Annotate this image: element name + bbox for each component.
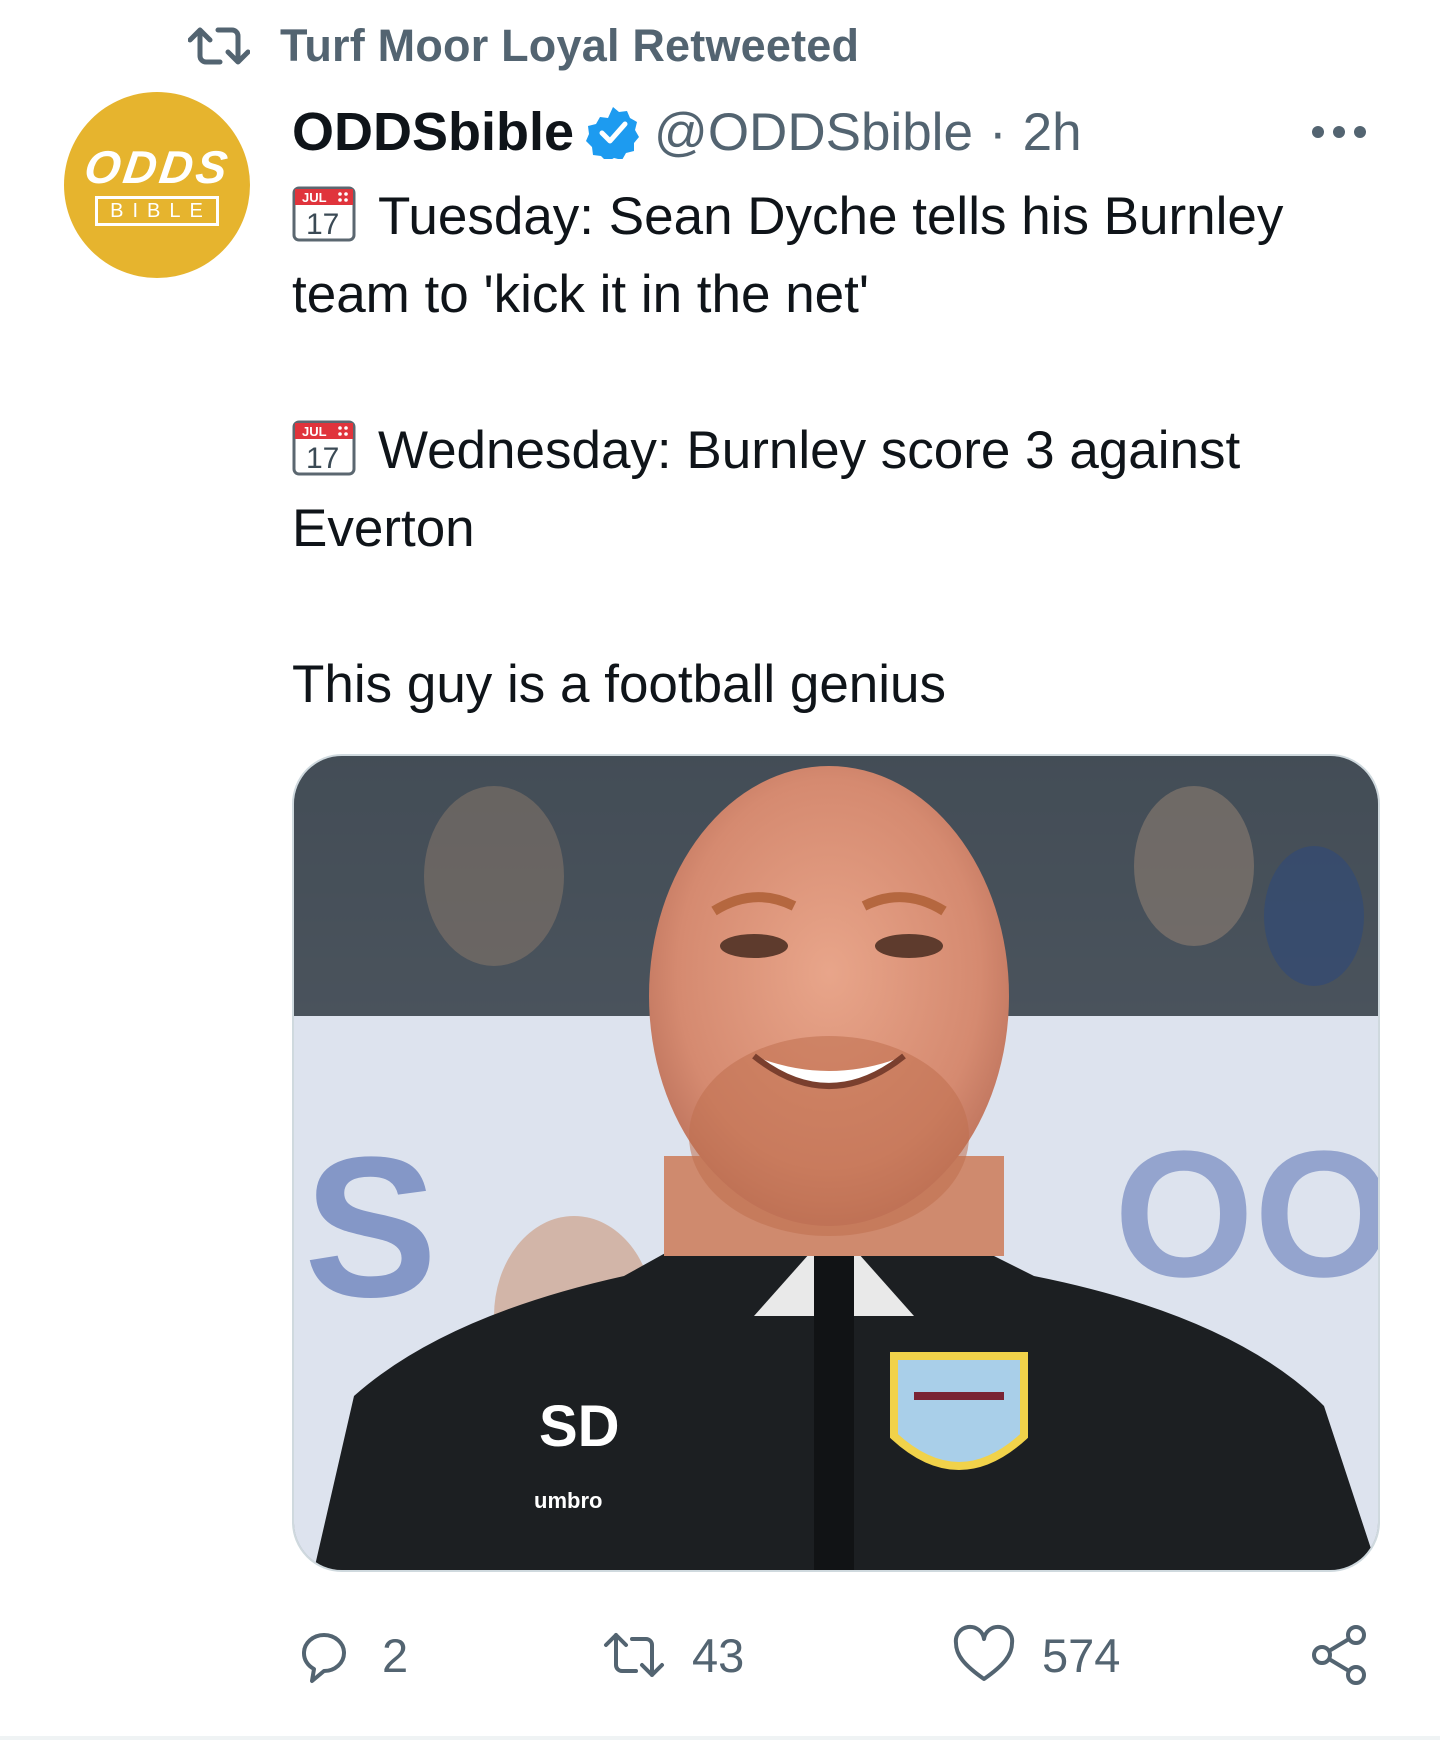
svg-text:JUL: JUL xyxy=(302,190,327,205)
retweet-icon xyxy=(188,27,250,65)
retweet-icon xyxy=(604,1633,664,1677)
like-count: 574 xyxy=(1042,1628,1121,1682)
jacket-brand: umbro xyxy=(534,1488,602,1513)
svg-text:S: S xyxy=(304,1116,437,1339)
share-button[interactable] xyxy=(1308,1612,1372,1698)
svg-text:OO: OO xyxy=(1114,1114,1378,1315)
display-name[interactable]: ODDSbible xyxy=(292,101,574,163)
photo-illustration: S OO SD umbro xyxy=(294,756,1378,1570)
share-icon xyxy=(1312,1625,1366,1685)
tweet-line-2: Wednesday: Burnley score 3 against Evert… xyxy=(292,421,1241,558)
verified-badge-icon xyxy=(586,107,640,159)
reply-button[interactable]: 2 xyxy=(292,1612,408,1698)
avatar-logo-top: ODDS xyxy=(80,141,234,193)
heart-icon xyxy=(953,1624,1015,1681)
retweet-count: 43 xyxy=(692,1628,745,1682)
svg-text:17: 17 xyxy=(306,442,339,475)
user-handle[interactable]: @ODDSbible xyxy=(654,102,973,163)
tweet-paragraph: This guy is a football genius xyxy=(292,646,1352,724)
calendar-emoji-icon: JUL 17 xyxy=(292,420,356,476)
timestamp[interactable]: 2h xyxy=(1023,102,1082,163)
divider xyxy=(0,1736,1440,1740)
tweet-text: JUL 17 Tuesday: Sean Dyche tells his Bur… xyxy=(292,178,1352,724)
tweet-header: ODDSbible @ODDSbible · 2h xyxy=(292,94,1380,170)
tweet-paragraph: JUL 17 Tuesday: Sean Dyche tells his Bur… xyxy=(292,178,1352,334)
reply-count: 2 xyxy=(382,1628,409,1682)
more-options-icon[interactable] xyxy=(1310,124,1368,140)
tweet-line-3: This guy is a football genius xyxy=(292,655,947,714)
avatar[interactable]: ODDS BIBLE xyxy=(64,92,250,278)
avatar-logo-bottom: BIBLE xyxy=(95,196,219,226)
like-button[interactable]: 574 xyxy=(952,1612,1120,1698)
retweeted-by-label[interactable]: Turf Moor Loyal Retweeted xyxy=(280,20,859,72)
separator-dot: · xyxy=(988,102,1007,162)
tweet-actions: 2 43 574 xyxy=(292,1612,1376,1698)
tweet-paragraph: JUL 17 Wednesday: Burnley score 3 agains… xyxy=(292,412,1352,568)
calendar-emoji-icon: JUL 17 xyxy=(292,186,356,242)
svg-text:JUL: JUL xyxy=(302,424,327,439)
svg-text:17: 17 xyxy=(306,208,339,241)
tweet-media-image[interactable]: S OO SD umbro xyxy=(292,754,1380,1572)
tweet-line-1: Tuesday: Sean Dyche tells his Burnley te… xyxy=(292,187,1284,324)
reply-icon xyxy=(302,1633,346,1683)
retweet-banner[interactable]: Turf Moor Loyal Retweeted xyxy=(188,18,859,74)
jacket-initials: SD xyxy=(539,1394,620,1459)
retweet-button[interactable]: 43 xyxy=(602,1612,744,1698)
